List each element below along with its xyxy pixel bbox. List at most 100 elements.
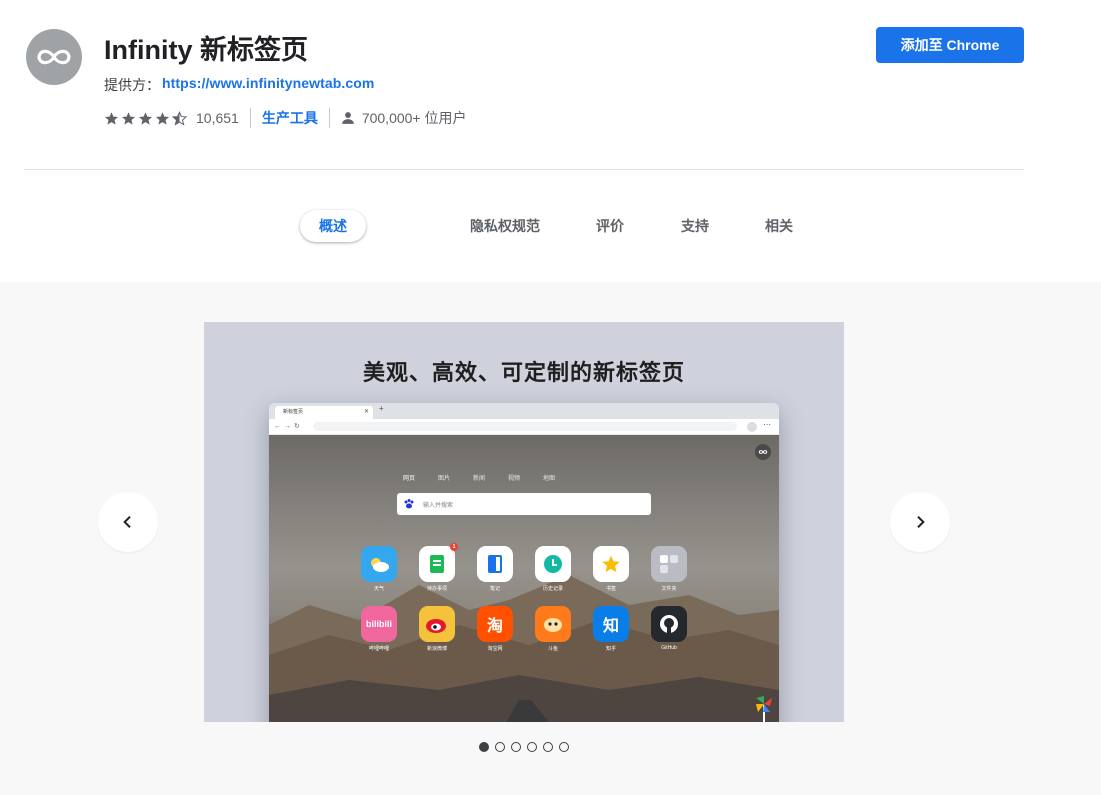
search-placeholder: 输入并搜索 [423,502,454,509]
previous-slide-button[interactable] [98,492,158,552]
category-link[interactable]: 生产工具 [262,108,318,128]
tab-related[interactable]: 相关 [765,210,793,242]
app-tile: 新浪微博 [417,606,457,652]
person-icon [341,112,354,124]
app-icon-text: 知 [602,618,619,635]
search-tab: 网页 [403,476,416,482]
app-tile: bilibili 哔哩哔哩 [359,606,399,652]
slide-indicators [479,742,569,752]
app-label: GitHub [661,645,677,651]
chevron-left-icon [123,515,131,529]
slide-indicator-dot[interactable] [527,742,537,752]
app-label: 书签 [605,586,616,592]
douyu-icon [535,606,571,642]
search-engine-tabs: 网页 图片 新闻 视频 地图 [403,473,578,482]
infinity-logo-icon [26,29,82,85]
tab-privacy[interactable]: 隐私权规范 [470,210,540,242]
app-label: 哔哩哔哩 [368,646,389,652]
close-icon: ✕ [363,409,369,415]
rating-count[interactable]: 10,651 [196,110,239,126]
avatar [747,422,757,432]
slide-heading: 美观、高效、可定制的新标签页 [362,360,685,385]
screenshot-gallery: 美观、高效、可定制的新标签页 新标签页 ✕ + ←→↻ ⋯ 网页 图片 新闻 视… [0,282,1101,795]
new-tab-viewport: 网页 图片 新闻 视频 地图 输入并搜索 天气 1 待办事项 笔记 历史记录 书签 文件夹 b… [269,435,779,722]
app-tile: 1 待办事项 [417,543,458,592]
app-tile: 知知乎 [591,606,631,652]
pinwheel-icon [756,696,772,722]
mountain-background [269,575,779,722]
provider-label: 提供方： [104,77,160,93]
app-tile: 淘淘宝网 [475,606,515,652]
more-icon: ⋯ [763,420,771,429]
plus-icon: + [379,404,384,413]
app-label: 历史记录 [542,586,563,592]
browser-nav-icons: ←→↻ [274,423,303,430]
bilibili-icon: bilibili [361,606,397,642]
browser-mockup: 新标签页 ✕ + ←→↻ ⋯ 网页 图片 新闻 视频 地图 输入并搜索 天气 1… [269,403,779,722]
infinity-settings-icon [755,444,771,460]
search-box: 输入并搜索 [397,493,651,515]
add-to-chrome-button[interactable]: 添加至 Chrome [876,27,1024,63]
browser-tab-title: 新标签页 [283,409,304,415]
zhihu-icon: 知 [593,606,629,642]
app-icon-text: bilibili [366,619,392,629]
app-label: 天气 [373,586,384,592]
provider-row: 提供方： https://www.infinitynewtab.com [104,75,374,95]
star-full-icon [121,111,136,125]
user-count: 700,000+ 位用户 [341,108,467,128]
notification-badge: 1 [450,543,458,551]
meta-row: 10,651 生产工具 700,000+ 位用户 [104,108,467,128]
divider [249,108,251,128]
app-label: 新浪微博 [426,646,447,652]
folder-icon [651,546,687,582]
star-full-icon [104,111,119,125]
app-label: 待办事项 [426,586,447,592]
omnibox [313,422,737,431]
app-icon-text: 淘 [486,618,503,635]
section-tabs: 概述 隐私权规范 评价 支持 相关 [300,210,793,242]
search-tab: 视频 [508,476,521,482]
rating-stars[interactable] [104,110,187,126]
app-label: 斗鱼 [547,646,558,652]
slide-indicator-dot[interactable] [543,742,553,752]
baidu-paw-icon [404,499,414,509]
weibo-icon [419,606,455,642]
search-tab: 新闻 [473,476,486,482]
slide-indicator-dot[interactable] [479,742,489,752]
history-icon [535,546,571,582]
app-tile: 天气 [359,546,399,592]
item-header: Infinity 新标签页 提供方： https://www.infinityn… [0,0,1101,282]
divider [328,108,330,128]
todo-icon: 1 [419,543,458,582]
slide-indicator-dot[interactable] [495,742,505,752]
browser-tabbar: 新标签页 ✕ + [269,403,779,419]
header-divider [24,169,1024,170]
tab-support[interactable]: 支持 [681,210,709,242]
app-tile: 历史记录 [533,546,573,592]
slide-indicator-dot[interactable] [559,742,569,752]
notes-icon [477,546,513,582]
star-full-icon [138,111,153,125]
app-tile: 斗鱼 [533,606,573,652]
taobao-icon: 淘 [477,606,513,642]
app-label: 文件夹 [661,586,677,592]
tab-reviews[interactable]: 评价 [596,210,624,242]
app-label: 笔记 [489,586,500,592]
provider-link[interactable]: https://www.infinitynewtab.com [162,75,374,95]
browser-address-bar: ←→↻ ⋯ [269,419,779,435]
github-icon [651,606,687,642]
next-slide-button[interactable] [890,492,950,552]
browser-tab: 新标签页 ✕ [275,406,373,419]
app-label: 知乎 [605,646,616,652]
app-label: 淘宝网 [487,646,503,652]
tab-overview[interactable]: 概述 [300,210,366,242]
app-tile: 文件夹 [649,546,689,592]
app-tile: 书签 [591,546,631,592]
slide-indicator-dot[interactable] [511,742,521,752]
search-tab: 地图 [543,476,556,482]
user-count-label: 700,000+ 位用户 [361,110,467,126]
weather-icon [361,546,397,582]
star-half-icon [172,110,187,126]
app-tile: 笔记 [475,546,515,592]
app-title: Infinity 新标签页 [104,35,308,65]
